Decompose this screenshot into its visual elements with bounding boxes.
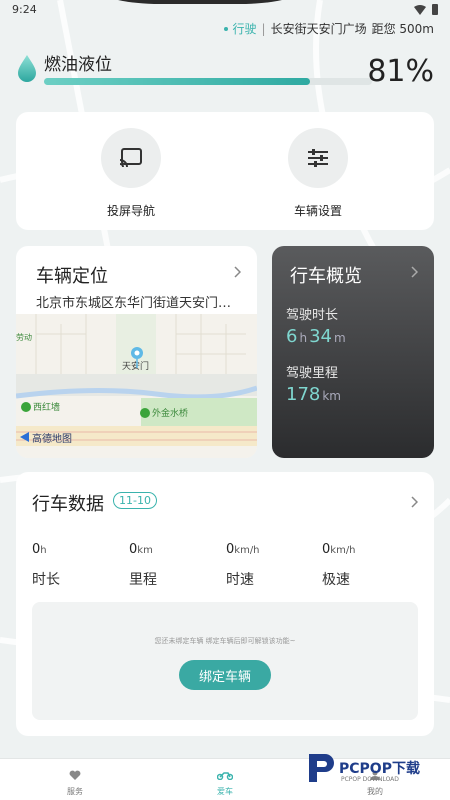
trip-location: 长安街天安门广场	[270, 22, 367, 36]
tab-label: 服务	[67, 787, 83, 796]
stat-duration: 0h 时长	[32, 538, 122, 589]
hours-unit: h	[299, 331, 308, 345]
fuel-percent: 81%	[367, 54, 434, 89]
pcpop-logo-icon	[309, 754, 334, 782]
stat-speed: 0km/h 时速	[226, 538, 316, 589]
map-brand-label: 高德地图	[32, 434, 72, 445]
vehicle-location-card[interactable]: 车辆定位 北京市东城区东华门街道天安门… 劳动 天安门 西红墙 外金水桥 高德地…	[16, 246, 257, 458]
driving-overview-card[interactable]: 行车概览 驾驶时长 6 h 34 m 驾驶里程 178 km	[272, 246, 434, 458]
tab-service[interactable]: 服务	[45, 765, 105, 797]
duration-label: 驾驶时长	[286, 308, 339, 323]
status-time: 9:24	[12, 3, 37, 16]
quick-actions-card: 投屏导航 车辆设置	[16, 112, 434, 230]
driving-data-card: 行车数据 11-10 0h 时长 0km 里程 0km/h 时速 0km/h 极…	[16, 472, 434, 736]
watermark-text: PCPOP下载	[339, 761, 420, 777]
bind-vehicle-button[interactable]: 绑定车辆	[179, 660, 271, 690]
duration-hours: 6	[286, 326, 298, 347]
bind-hint-text: 您还未绑定车辆 绑定车辆后即可解锁该功能~	[154, 637, 296, 645]
minutes-unit: m	[333, 331, 346, 345]
mileage-value: 178 km	[286, 384, 343, 405]
duration-minutes: 34	[309, 326, 332, 347]
mileage-number: 178	[286, 384, 321, 405]
vehicle-settings-button[interactable]: 车辆设置	[263, 128, 373, 219]
stat-unit: h	[40, 545, 47, 556]
stat-label: 时速	[226, 572, 254, 588]
vehicle-settings-label: 车辆设置	[293, 204, 342, 218]
cast-navigation-label: 投屏导航	[106, 204, 155, 218]
park-icon	[21, 402, 31, 412]
stat-mileage: 0km 里程	[129, 538, 219, 589]
fuel-progress-track	[44, 78, 372, 85]
stat-max-speed: 0km/h 极速	[322, 538, 412, 589]
trip-distance: 距您 500m	[371, 22, 434, 36]
amap-logo-icon	[20, 432, 29, 442]
bind-vehicle-panel: 您还未绑定车辆 绑定车辆后即可解锁该功能~ 绑定车辆	[32, 602, 418, 720]
status-bar: 9:24	[0, 0, 450, 22]
mileage-unit: km	[322, 389, 341, 403]
cast-navigation-button[interactable]: 投屏导航	[76, 128, 186, 219]
stat-label: 极速	[322, 572, 350, 588]
chevron-right-icon	[411, 266, 418, 278]
mileage-label: 驾驶里程	[286, 366, 339, 381]
chevron-right-icon[interactable]	[410, 496, 418, 508]
status-dot-icon	[223, 26, 228, 31]
settings-sliders-icon	[308, 149, 328, 167]
trip-status[interactable]: 行驶 | 长安街天安门广场 距您 500m	[223, 20, 434, 37]
car-image	[100, 0, 300, 4]
fuel-label: 燃油液位	[44, 55, 112, 75]
tab-label: 爱车	[217, 787, 233, 796]
map-label-waijinshuiqiao: 外金水桥	[152, 409, 189, 419]
stat-label: 时长	[32, 572, 60, 588]
heart-icon	[69, 770, 81, 780]
trip-state: 行驶	[232, 22, 257, 36]
wifi-icon	[414, 4, 426, 15]
fuel-level-section: 燃油液位 81%	[16, 48, 434, 94]
pcpop-watermark: PCPOP下载 PCPOP DOWNLOAD	[305, 748, 445, 788]
motorcycle-icon	[216, 772, 234, 781]
stat-unit: km/h	[234, 545, 260, 556]
fuel-progress-fill	[44, 78, 310, 85]
overview-title: 行车概览	[290, 266, 362, 287]
chevron-right-icon	[234, 266, 241, 278]
location-map[interactable]: 劳动 天安门 西红墙 外金水桥 高德地图	[16, 314, 257, 458]
cast-icon	[119, 148, 142, 168]
map-label-xihongqiang: 西红墙	[33, 403, 61, 413]
location-card-title: 车辆定位	[36, 266, 108, 287]
driving-data-title: 行车数据	[32, 494, 104, 515]
duration-value: 6 h 34 m	[286, 326, 348, 347]
stat-unit: km/h	[330, 545, 356, 556]
tab-my-car[interactable]: 爱车	[195, 765, 255, 797]
location-pin-icon	[131, 347, 143, 368]
date-badge[interactable]: 11-10	[113, 492, 157, 509]
location-address: 北京市东城区东华门街道天安门…	[36, 296, 232, 311]
map-label-laodong: 劳动	[16, 333, 32, 342]
stat-unit: km	[137, 545, 153, 556]
trip-separator: |	[261, 21, 266, 36]
stat-label: 里程	[129, 572, 157, 588]
fuel-drop-icon	[18, 55, 36, 82]
battery-icon	[432, 4, 438, 15]
watermark-subtext: PCPOP DOWNLOAD	[341, 776, 399, 783]
park-icon	[140, 408, 150, 418]
